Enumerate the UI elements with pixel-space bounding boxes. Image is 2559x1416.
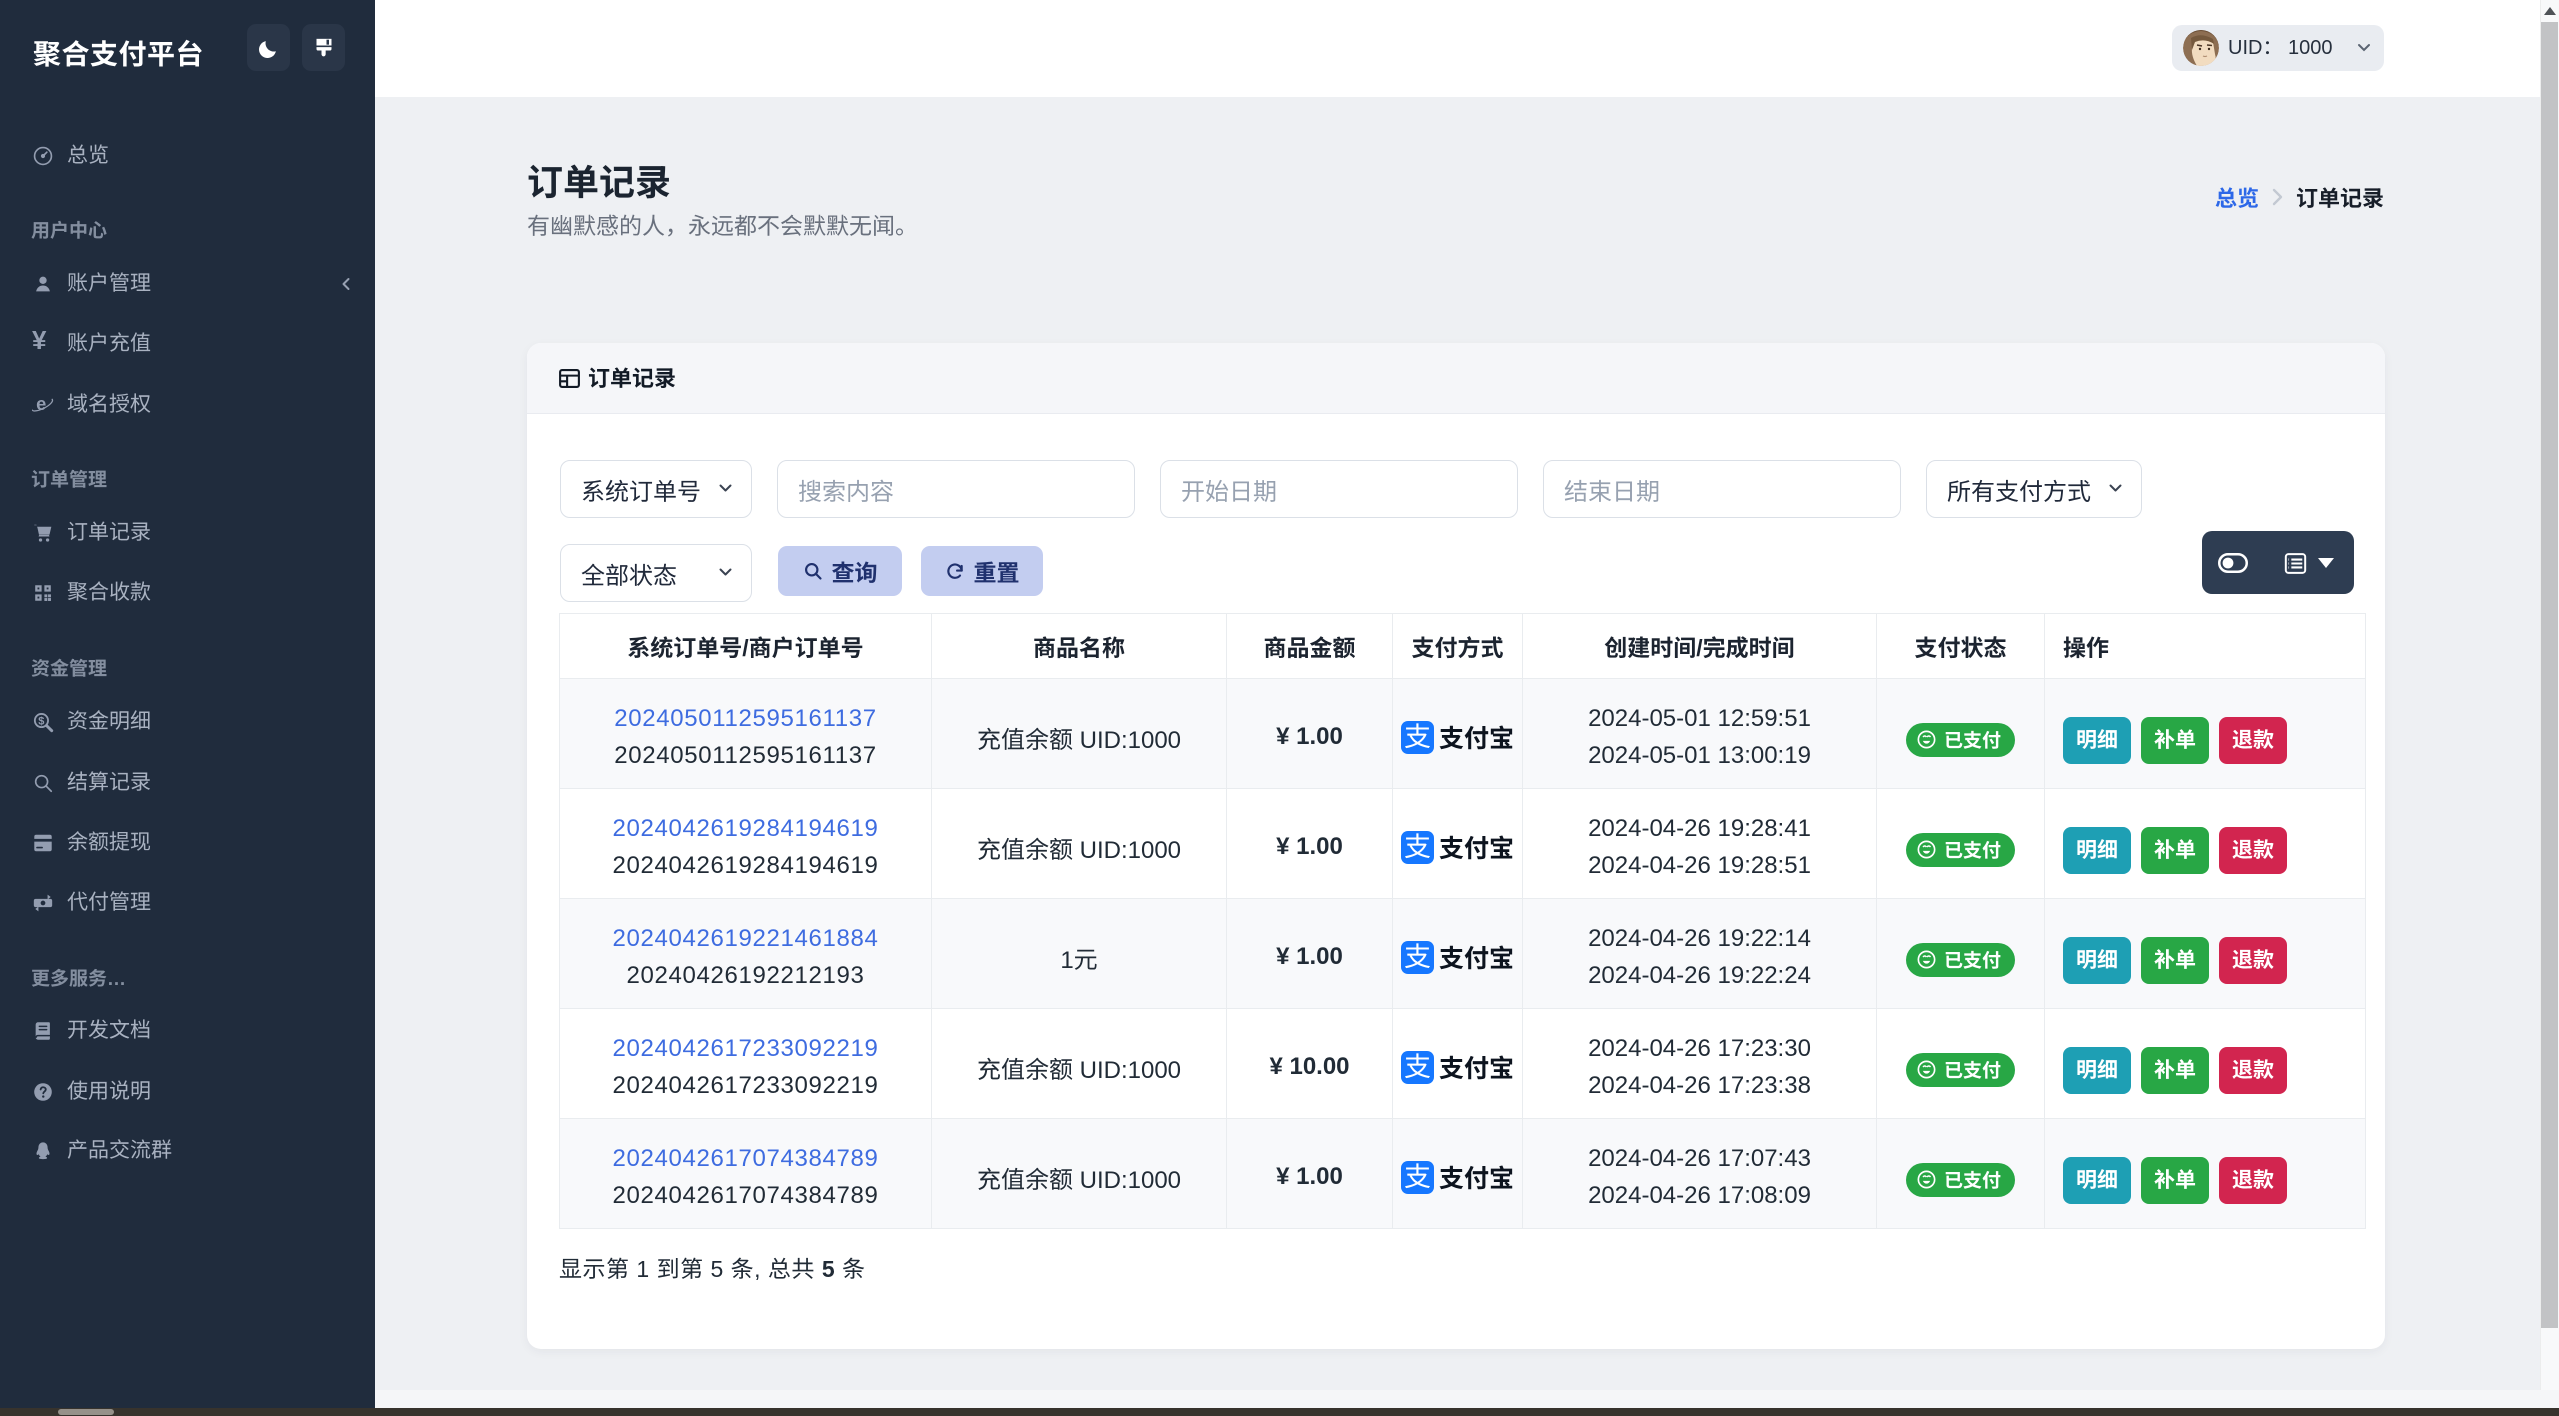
svg-text:$: $ <box>38 716 44 728</box>
